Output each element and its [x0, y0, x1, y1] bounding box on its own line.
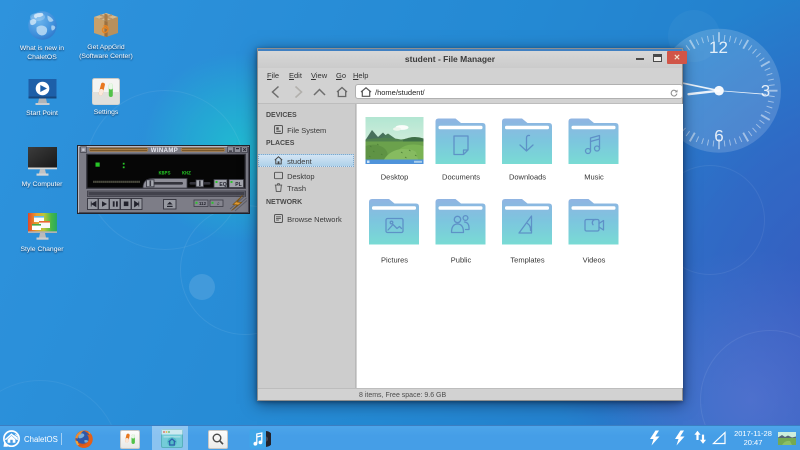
svg-text:KHZ: KHZ — [182, 170, 191, 176]
svg-text:12: 12 — [709, 38, 728, 57]
svg-text:WINAMP: WINAMP — [151, 148, 178, 154]
svg-text:112: 112 — [199, 201, 207, 206]
svg-text:Downloads: Downloads — [509, 173, 546, 182]
svg-text:Desktop: Desktop — [381, 173, 409, 182]
svg-text:PL: PL — [235, 182, 241, 188]
svg-text:Videos: Videos — [583, 256, 606, 265]
svg-text:6: 6 — [714, 127, 723, 146]
svg-text:EQ: EQ — [219, 182, 226, 188]
svg-text:3: 3 — [761, 82, 770, 101]
svg-text:KBPS: KBPS — [159, 170, 171, 176]
svg-text:Public: Public — [451, 256, 472, 265]
svg-text:Pictures: Pictures — [381, 256, 408, 265]
svg-text:Templates: Templates — [510, 256, 544, 265]
svg-text:Documents: Documents — [442, 173, 480, 182]
svg-text:♫: ♫ — [216, 201, 219, 206]
svg-text:Music: Music — [584, 173, 604, 182]
